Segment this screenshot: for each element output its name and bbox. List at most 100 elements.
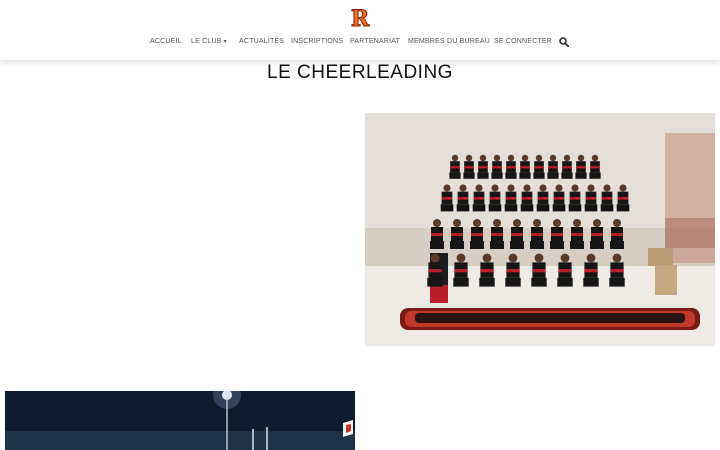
cheerleader-figure: [457, 197, 469, 200]
cheerleader-figure: [577, 154, 585, 162]
cheerleader-figure: [491, 184, 499, 192]
cheerleader-figure: [471, 233, 483, 236]
nav-item-partenariat[interactable]: PARTENARIAT: [350, 38, 400, 45]
stadium-night-photo: [5, 391, 355, 450]
cheerleader-figure: [489, 197, 501, 200]
cheerleader-figure: [616, 204, 630, 212]
cheerleader-figure: [570, 241, 584, 249]
cheerleader-figure: [573, 219, 581, 227]
cheerleader-figure: [449, 172, 461, 179]
cheerleader-figure: [505, 172, 517, 179]
cheerleader-figure: [479, 154, 487, 162]
cheerleader-figure: [583, 277, 599, 287]
cheerleader-figure: [591, 154, 599, 162]
cheerleader-figure: [510, 241, 524, 249]
cheerleader-figure: [586, 253, 596, 263]
nav-item-le-club[interactable]: LE CLUB ▾: [191, 38, 227, 45]
cheerleader-figure: [562, 166, 572, 169]
cheerleader-figure: [558, 269, 572, 273]
cheerleader-figure: [563, 154, 571, 162]
cheerleader-figure: [491, 172, 503, 179]
cheerleader-figure: [477, 172, 489, 179]
cheerleader-figure: [507, 154, 515, 162]
cheerleader-figure: [427, 277, 443, 287]
logo-letter: R: [351, 6, 370, 30]
nav-item-le-club-label: LE CLUB: [191, 38, 222, 45]
cheerleader-figure: [493, 154, 501, 162]
site-header: R ACCUEIL LE CLUB ▾ ACTUALITÉS INSCRIPTIO…: [0, 0, 720, 60]
cheerleader-figure: [488, 204, 502, 212]
cheerleader-figure: [490, 241, 504, 249]
cheerleader-figure: [534, 253, 544, 263]
main-nav: ACCUEIL LE CLUB ▾ ACTUALITÉS INSCRIPTIONS…: [0, 38, 720, 48]
cheerleader-figure: [571, 184, 579, 192]
cheerleader-figure: [609, 277, 625, 287]
cheerleader-figure: [539, 184, 547, 192]
cheerleader-figure: [575, 172, 587, 179]
cheerleader-figure: [482, 253, 492, 263]
cheerleader-figure: [520, 166, 530, 169]
cheerleader-figure: [593, 219, 601, 227]
search-icon[interactable]: [559, 37, 569, 47]
cheerleader-figure: [584, 204, 598, 212]
cheerleader-figure: [555, 184, 563, 192]
cheerleader-figure: [464, 166, 474, 169]
cheerleader-figure: [491, 233, 503, 236]
cheerleader-figure: [472, 204, 486, 212]
cheerleader-figure: [520, 204, 534, 212]
cheerleading-team-photo: [365, 113, 715, 346]
cheerleader-figure: [531, 277, 547, 287]
nav-item-se-connecter[interactable]: SE CONNECTER: [494, 38, 552, 45]
club-logo[interactable]: R: [350, 6, 370, 30]
cheerleader-figure: [465, 154, 473, 162]
cheerleader-figure: [612, 253, 622, 263]
cheerleader-figure: [513, 219, 521, 227]
cheerleader-figure: [532, 269, 546, 273]
cheerleader-figure: [441, 197, 453, 200]
cheerleader-figure: [473, 219, 481, 227]
cheerleader-figure: [591, 233, 603, 236]
cheerleader-figure: [613, 219, 621, 227]
nav-item-actualites[interactable]: ACTUALITÉS: [239, 38, 284, 45]
cheerleader-figure: [536, 204, 550, 212]
cheerleader-figure: [511, 233, 523, 236]
cheerleader-figure: [553, 197, 565, 200]
cheerleader-figure: [453, 277, 469, 287]
cheerleader-figure: [534, 166, 544, 169]
nav-item-accueil[interactable]: ACCUEIL: [150, 38, 182, 45]
cheerleader-figure: [603, 184, 611, 192]
cheerleader-figure: [430, 253, 440, 263]
cheerleader-figure: [506, 166, 516, 169]
cheerleader-figure: [451, 154, 459, 162]
cheerleader-figure: [553, 219, 561, 227]
cheerleader-figure: [576, 166, 586, 169]
cheerleader-figure: [450, 166, 460, 169]
nav-item-membres-du-bureau[interactable]: MEMBRES DU BUREAU: [408, 38, 490, 45]
cheerleader-figure: [521, 154, 529, 162]
cheerleader-figure: [430, 241, 444, 249]
cheerleader-figure: [547, 172, 559, 179]
cheerleader-figure: [453, 219, 461, 227]
cheerleader-figure: [600, 204, 614, 212]
cheerleader-figure: [610, 269, 624, 273]
cheerleader-figure: [463, 172, 475, 179]
cheerleader-figure: [590, 241, 604, 249]
cheerleader-figure: [610, 241, 624, 249]
cheerleader-figure: [431, 233, 443, 236]
cheerleader-figure: [521, 197, 533, 200]
cheerleader-figure: [569, 197, 581, 200]
cheerleader-figure: [505, 197, 517, 200]
cheerleader-figure: [568, 204, 582, 212]
cheerleader-figure: [508, 253, 518, 263]
cheerleader-figure: [475, 184, 483, 192]
cheerleader-figure: [533, 219, 541, 227]
cheerleader-figure: [493, 219, 501, 227]
cheerleader-figure: [428, 269, 442, 273]
cheerleader-figure: [456, 253, 466, 263]
chevron-down-icon: ▾: [223, 39, 227, 45]
nav-item-inscriptions[interactable]: INSCRIPTIONS: [291, 38, 343, 45]
team-photo-illustration: [365, 113, 715, 346]
cheerleader-figure: [601, 197, 613, 200]
cheerleader-figure: [478, 166, 488, 169]
cheerleader-figure: [523, 184, 531, 192]
